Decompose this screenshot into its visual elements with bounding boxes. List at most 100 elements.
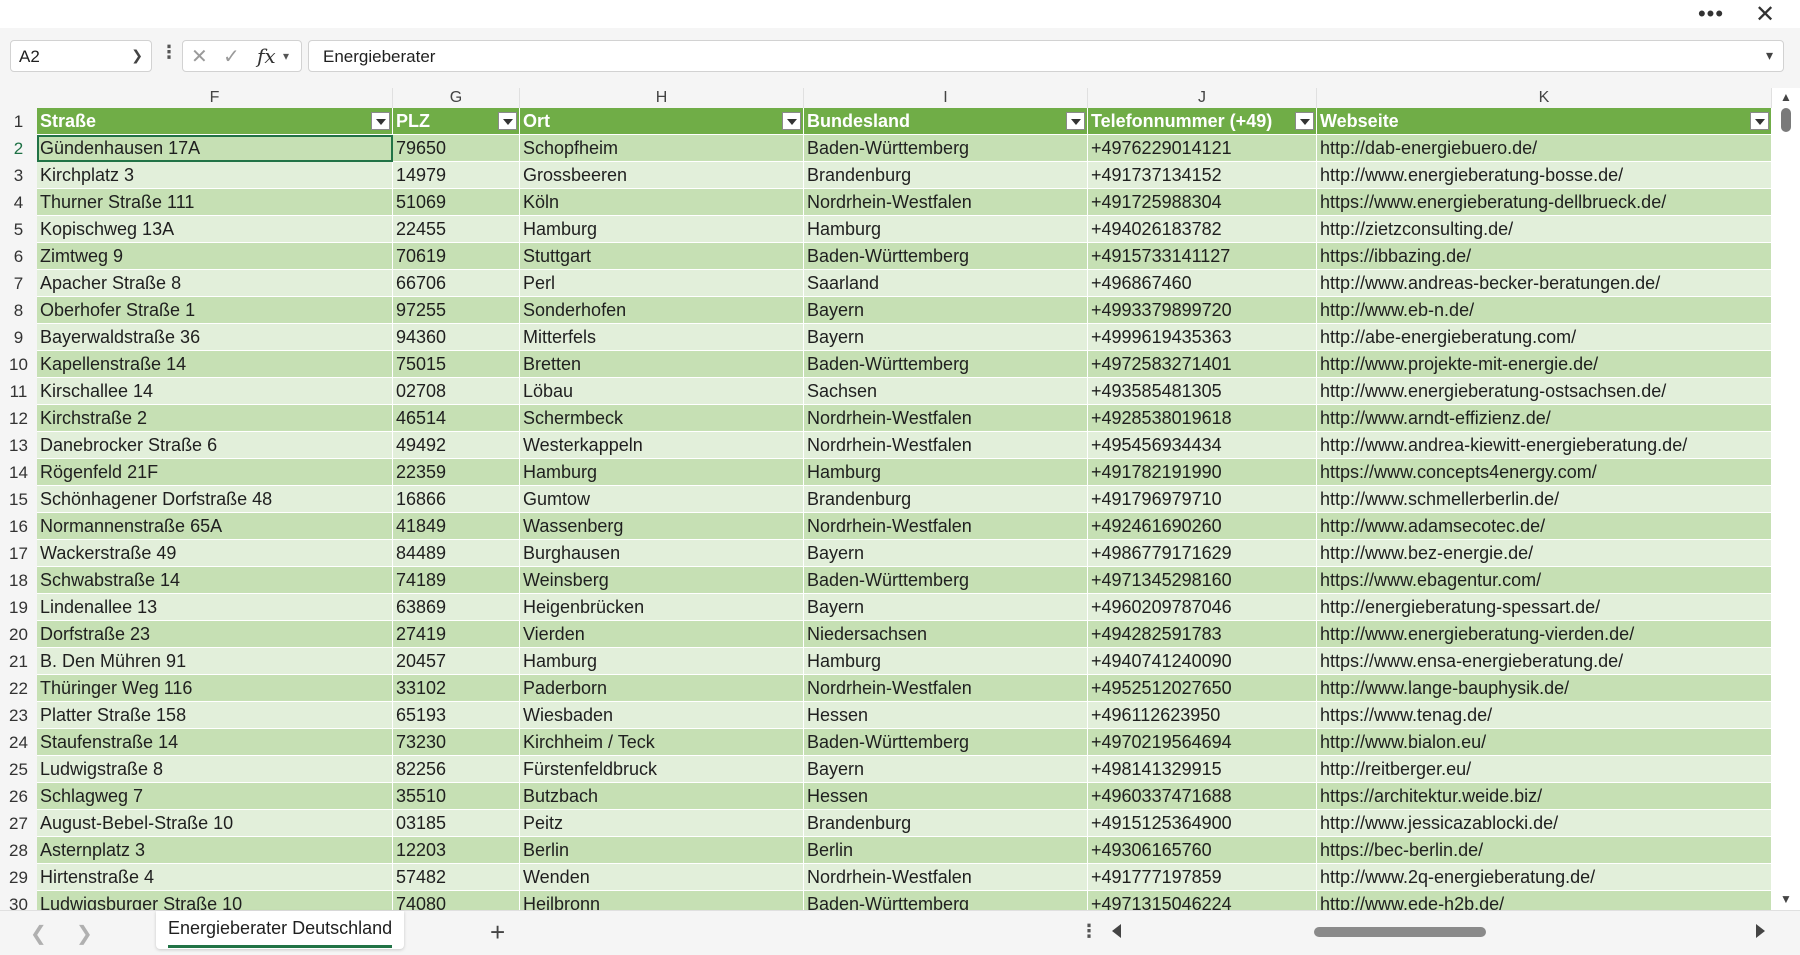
row-number[interactable]: 27 — [0, 810, 37, 837]
table-cell[interactable]: +4970219564694 — [1088, 729, 1317, 756]
table-cell[interactable]: Nordrhein-Westfalen — [804, 675, 1088, 702]
table-cell[interactable]: http://reitberger.eu/ — [1317, 756, 1772, 783]
filter-dropdown-icon[interactable] — [1295, 112, 1314, 130]
table-cell[interactable]: https://www.energieberatung-dellbrueck.d… — [1317, 189, 1772, 216]
table-cell[interactable]: http://www.lange-bauphysik.de/ — [1317, 675, 1772, 702]
table-cell[interactable]: Hamburg — [520, 648, 804, 675]
table-cell[interactable]: https://bec-berlin.de/ — [1317, 837, 1772, 864]
row-number[interactable]: 5 — [0, 216, 37, 243]
table-cell[interactable]: Heigenbrücken — [520, 594, 804, 621]
row-number[interactable]: 29 — [0, 864, 37, 891]
row-number[interactable]: 8 — [0, 297, 37, 324]
table-cell[interactable]: +4915125364900 — [1088, 810, 1317, 837]
table-cell[interactable]: +4971315046224 — [1088, 891, 1317, 910]
table-cell[interactable]: Bayern — [804, 324, 1088, 351]
next-sheet-icon[interactable]: ❯ — [76, 921, 93, 946]
table-cell[interactable]: 12203 — [393, 837, 520, 864]
header-cell[interactable]: Telefonnummer (+49) — [1088, 108, 1317, 135]
table-cell[interactable]: Paderborn — [520, 675, 804, 702]
table-cell[interactable]: Schermbeck — [520, 405, 804, 432]
table-cell[interactable]: http://dab-energiebuero.de/ — [1317, 135, 1772, 162]
table-cell[interactable]: Grossbeeren — [520, 162, 804, 189]
table-cell[interactable]: Kirchstraße 2 — [37, 405, 393, 432]
table-cell[interactable]: B. Den Mühren 91 — [37, 648, 393, 675]
table-cell[interactable]: Gumtow — [520, 486, 804, 513]
row-number[interactable]: 23 — [0, 702, 37, 729]
table-cell[interactable]: +495456934434 — [1088, 432, 1317, 459]
table-cell[interactable]: http://www.arndt-effizienz.de/ — [1317, 405, 1772, 432]
vertical-scrollbar[interactable]: ▲ ▼ — [1772, 88, 1800, 910]
table-cell[interactable]: 57482 — [393, 864, 520, 891]
name-box[interactable]: A2 ❯ — [10, 40, 152, 72]
row-number[interactable]: 15 — [0, 486, 37, 513]
table-cell[interactable]: 33102 — [393, 675, 520, 702]
table-cell[interactable]: 22455 — [393, 216, 520, 243]
table-cell[interactable]: http://zietzconsulting.de/ — [1317, 216, 1772, 243]
table-cell[interactable]: Platter Straße 158 — [37, 702, 393, 729]
table-cell[interactable]: 66706 — [393, 270, 520, 297]
table-cell[interactable]: https://www.ensa-energieberatung.de/ — [1317, 648, 1772, 675]
table-cell[interactable]: 70619 — [393, 243, 520, 270]
table-cell[interactable]: Hamburg — [520, 216, 804, 243]
table-cell[interactable]: +491782191990 — [1088, 459, 1317, 486]
row-number[interactable]: 1 — [0, 108, 37, 135]
column-header[interactable]: H — [520, 88, 804, 108]
table-cell[interactable]: Baden-Württemberg — [804, 243, 1088, 270]
table-cell[interactable]: +491777197859 — [1088, 864, 1317, 891]
table-cell[interactable]: https://ibbazing.de/ — [1317, 243, 1772, 270]
table-cell[interactable]: http://energieberatung-spessart.de/ — [1317, 594, 1772, 621]
sheet-tab-active[interactable]: Energieberater Deutschland — [156, 911, 405, 949]
table-cell[interactable]: 94360 — [393, 324, 520, 351]
table-cell[interactable]: Rögenfeld 21F — [37, 459, 393, 486]
table-cell[interactable]: 97255 — [393, 297, 520, 324]
table-cell[interactable]: +4915733141127 — [1088, 243, 1317, 270]
row-number[interactable]: 24 — [0, 729, 37, 756]
table-cell[interactable]: http://www.projekte-mit-energie.de/ — [1317, 351, 1772, 378]
table-cell[interactable]: Ludwigstraße 8 — [37, 756, 393, 783]
table-cell[interactable]: Kirchplatz 3 — [37, 162, 393, 189]
table-cell[interactable]: Berlin — [804, 837, 1088, 864]
table-cell[interactable]: +4928538019618 — [1088, 405, 1317, 432]
table-cell[interactable]: Hamburg — [804, 216, 1088, 243]
filter-dropdown-icon[interactable] — [498, 112, 517, 130]
table-cell[interactable]: Saarland — [804, 270, 1088, 297]
table-cell[interactable]: Sonderhofen — [520, 297, 804, 324]
table-cell[interactable]: 65193 — [393, 702, 520, 729]
scroll-thumb[interactable] — [1781, 108, 1791, 132]
table-cell[interactable]: Normannenstraße 65A — [37, 513, 393, 540]
table-cell[interactable]: +498141329915 — [1088, 756, 1317, 783]
filter-dropdown-icon[interactable] — [371, 112, 390, 130]
table-cell[interactable]: Kirchheim / Teck — [520, 729, 804, 756]
table-cell[interactable]: 14979 — [393, 162, 520, 189]
table-cell[interactable]: Gündenhausen 17A — [37, 135, 393, 162]
table-cell[interactable]: Schönhagener Dorfstraße 48 — [37, 486, 393, 513]
table-cell[interactable]: 16866 — [393, 486, 520, 513]
table-cell[interactable]: http://www.energieberatung-vierden.de/ — [1317, 621, 1772, 648]
table-cell[interactable]: Hamburg — [520, 459, 804, 486]
row-number[interactable]: 9 — [0, 324, 37, 351]
table-cell[interactable]: Staufenstraße 14 — [37, 729, 393, 756]
table-cell[interactable]: +4952512027650 — [1088, 675, 1317, 702]
row-number[interactable]: 7 — [0, 270, 37, 297]
table-cell[interactable]: 20457 — [393, 648, 520, 675]
table-cell[interactable]: Bayern — [804, 297, 1088, 324]
table-cell[interactable]: http://www.andreas-becker-beratungen.de/ — [1317, 270, 1772, 297]
table-cell[interactable]: Hamburg — [804, 648, 1088, 675]
add-sheet-button[interactable]: + — [490, 917, 505, 948]
column-header[interactable]: I — [804, 88, 1088, 108]
table-cell[interactable]: 74080 — [393, 891, 520, 910]
table-cell[interactable]: http://www.ede-h2b.de/ — [1317, 891, 1772, 910]
table-cell[interactable]: Lindenallee 13 — [37, 594, 393, 621]
formula-input[interactable]: Energieberater ▾ — [308, 40, 1784, 72]
scroll-down-icon[interactable]: ▼ — [1780, 892, 1792, 906]
table-cell[interactable]: Peitz — [520, 810, 804, 837]
table-cell[interactable]: http://www.schmellerberlin.de/ — [1317, 486, 1772, 513]
table-cell[interactable]: 02708 — [393, 378, 520, 405]
header-cell[interactable]: PLZ — [393, 108, 520, 135]
table-cell[interactable]: Berlin — [520, 837, 804, 864]
column-header[interactable]: K — [1317, 88, 1772, 108]
table-cell[interactable]: 03185 — [393, 810, 520, 837]
close-button[interactable]: ✕ — [1742, 0, 1788, 28]
filter-dropdown-icon[interactable] — [1066, 112, 1085, 130]
table-cell[interactable]: Hirtenstraße 4 — [37, 864, 393, 891]
